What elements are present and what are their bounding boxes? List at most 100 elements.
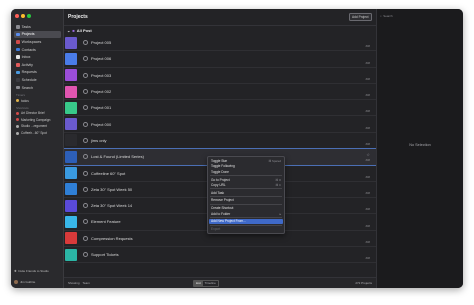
- sidebar-item-label: Activity: [21, 62, 33, 67]
- folder-icon: ■: [72, 28, 75, 33]
- table-row[interactable]: Project 005 ###: [64, 35, 376, 52]
- sidebar-item-label: Schedule: [21, 77, 37, 82]
- menu-item[interactable]: Copy URL ⌘ C: [209, 182, 283, 187]
- project-thumbnail: [65, 69, 77, 82]
- empty-state: No Selection: [409, 143, 431, 147]
- sidebar-item-projects[interactable]: Projects: [14, 30, 61, 39]
- invite-friends-link[interactable]: ✚ Invite Friends to Studio: [14, 268, 61, 274]
- done-checkbox[interactable]: [83, 219, 88, 225]
- sidebar-item-tasks[interactable]: Tasks: [14, 23, 61, 31]
- activity-icon: [16, 62, 20, 67]
- row-meta: ###: [365, 126, 370, 130]
- done-checkbox[interactable]: [83, 72, 88, 78]
- sidebar-item-activity[interactable]: Activity: [14, 61, 61, 69]
- done-checkbox[interactable]: [83, 89, 88, 95]
- showing-filter[interactable]: Team: [83, 281, 90, 285]
- row-meta: ###: [365, 77, 370, 81]
- shortcut-item[interactable]: Marketing Campaign: [14, 117, 61, 124]
- menu-item-label: Toggle Star: [211, 159, 228, 164]
- search-placeholder: Search: [383, 13, 393, 18]
- shortcut-icon: [16, 124, 19, 128]
- inbox-icon: [16, 55, 20, 59]
- sidebar-item-search[interactable]: Search: [14, 84, 61, 92]
- menu-item[interactable]: Toggle Done: [209, 169, 283, 174]
- shortcut-label: Coffeeh...60" Spot: [21, 131, 47, 136]
- window-controls: [15, 14, 31, 18]
- menu-item-label: Export: [211, 227, 221, 232]
- menu-item[interactable]: Add to Folder ▸: [209, 211, 283, 216]
- project-name: Project 001: [91, 105, 112, 111]
- sidebar: Tasks Projects Workspaces Contacts Inbox Acti…: [11, 9, 64, 288]
- project-thumbnail: [65, 118, 77, 131]
- add-project-button[interactable]: Add Project: [348, 13, 372, 21]
- table-row[interactable]: Project 002 ###: [64, 84, 376, 101]
- workspaces-icon: [16, 40, 20, 44]
- done-checkbox[interactable]: [83, 121, 88, 127]
- projects-icon: [16, 32, 20, 37]
- table-row[interactable]: Project 000 ###: [64, 116, 376, 133]
- table-row[interactable]: Project 001 ###: [64, 100, 376, 117]
- project-name: Zeta 30" Spot Week 14: [91, 203, 133, 209]
- shortcut-item[interactable]: Art Director Brief: [14, 110, 61, 117]
- sidebar-item-label: Projects: [21, 32, 35, 37]
- project-thumbnail: [65, 248, 77, 261]
- project-thumbnail: [65, 215, 77, 228]
- menu-item[interactable]: Remove Project: [209, 198, 283, 203]
- menu-item[interactable]: Export: [209, 226, 283, 231]
- sidebar-item-schedule[interactable]: Schedule: [14, 76, 61, 84]
- row-meta: ###: [365, 143, 370, 147]
- row-meta: ###: [365, 257, 370, 261]
- table-row[interactable]: Support Tickets ###: [64, 247, 376, 264]
- minimize-window-button[interactable]: [21, 14, 25, 18]
- table-row[interactable]: Project 006 ###: [64, 51, 376, 68]
- project-thumbnail: [65, 52, 77, 65]
- done-checkbox[interactable]: [83, 170, 88, 176]
- done-checkbox[interactable]: [83, 154, 88, 160]
- done-checkbox[interactable]: [83, 137, 88, 143]
- sidebar-item-workspaces[interactable]: Workspaces: [14, 38, 61, 46]
- sidebar-item-inbox[interactable]: Inbox: [14, 53, 61, 61]
- user-profile[interactable]: Jim Guthrie: [14, 279, 61, 285]
- shortcut-item[interactable]: Coffeeh...60" Spot: [14, 130, 61, 137]
- main-header: Projects Add Project: [64, 9, 376, 26]
- view-toggle: List Timeline: [192, 279, 219, 287]
- project-name: Support Tickets: [91, 252, 119, 257]
- zoom-window-button[interactable]: [27, 14, 31, 18]
- row-meta: ###: [365, 159, 370, 163]
- menu-divider: [210, 224, 282, 226]
- app-window: Tasks Projects Workspaces Contacts Inbox Acti…: [11, 9, 463, 288]
- project-thumbnail: [65, 150, 77, 163]
- timer-item[interactable]: todos: [14, 97, 61, 104]
- detail-pane: ⌕ Search No Selection: [376, 9, 463, 288]
- menu-item-shortcut: ⌘ O: [275, 177, 281, 182]
- done-checkbox[interactable]: [83, 235, 88, 241]
- table-row[interactable]: jims only ###: [64, 133, 376, 150]
- done-checkbox[interactable]: [83, 105, 88, 111]
- done-checkbox[interactable]: [83, 56, 88, 62]
- user-name: Jim Guthrie: [20, 280, 36, 284]
- sidebar-item-contacts[interactable]: Contacts: [14, 46, 61, 54]
- row-meta: ###: [365, 110, 370, 114]
- shortcut-item[interactable]: Studio ...regument: [14, 123, 61, 130]
- view-list-button[interactable]: List: [193, 280, 203, 286]
- done-checkbox[interactable]: [83, 252, 88, 257]
- sidebar-item-requests[interactable]: Requests: [14, 69, 61, 77]
- project-thumbnail: [65, 36, 77, 49]
- gift-icon: ✚: [14, 269, 17, 273]
- done-checkbox[interactable]: [83, 203, 88, 209]
- menu-divider: [210, 204, 282, 205]
- star-icon[interactable]: ☆: [366, 152, 370, 157]
- search-field[interactable]: ⌕ Search: [380, 13, 460, 18]
- group-header[interactable]: ⌄ ■ All Post: [64, 26, 376, 35]
- table-row[interactable]: Project 003 ###: [64, 68, 376, 84]
- close-window-button[interactable]: [15, 14, 19, 18]
- done-checkbox[interactable]: [83, 186, 88, 192]
- page-title: Projects: [68, 14, 88, 20]
- menu-item[interactable]: Add Task: [209, 190, 283, 195]
- timer-icon: [16, 99, 19, 103]
- project-name: Project 005: [91, 40, 112, 46]
- menu-item[interactable]: Add New Project From...: [209, 218, 283, 224]
- done-checkbox[interactable]: [83, 40, 88, 46]
- view-timeline-button[interactable]: Timeline: [203, 281, 218, 286]
- menu-item-label: Remove Project: [211, 198, 234, 203]
